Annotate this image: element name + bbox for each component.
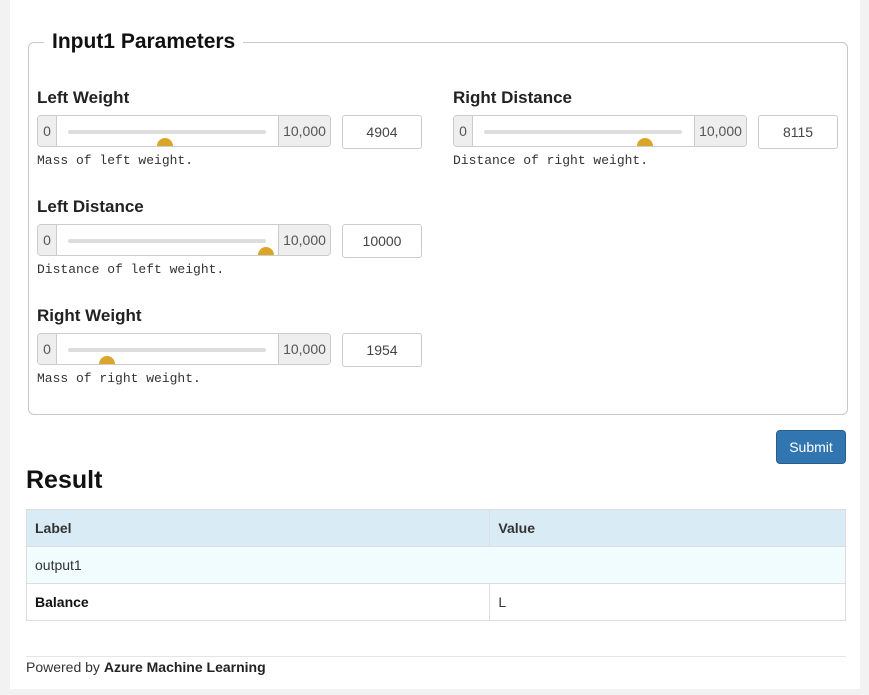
param-description: Mass of left weight.: [37, 153, 194, 168]
slider-thumb[interactable]: [258, 247, 274, 255]
param-description: Mass of right weight.: [37, 371, 201, 386]
param-left-weight: Left Weight 0 10,000 4904 Mass of left w…: [37, 87, 422, 168]
param-label: Right Distance: [453, 88, 573, 107]
slider-row: 0 10,000 10000: [37, 224, 422, 258]
result-table: Label Value output1 Balance L: [25, 509, 846, 621]
right-weight-input[interactable]: 1954: [342, 333, 422, 367]
footer-prefix: Powered by: [26, 659, 104, 675]
slider-max-label: 10,000: [278, 334, 330, 364]
right-distance-slider[interactable]: [473, 116, 694, 146]
column-header-value: Value: [489, 509, 846, 547]
param-label: Left Weight: [37, 88, 130, 107]
slider-row: 0 10,000 8115: [453, 115, 838, 149]
param-right-distance: Right Distance 0 10,000 8115 Distance of…: [453, 87, 838, 168]
slider-group: 0 10,000: [37, 224, 331, 256]
slider-max-label: 10,000: [278, 116, 330, 146]
row-label: Balance: [25, 583, 491, 621]
footer-divider: [26, 656, 846, 657]
slider-min-label: 0: [454, 116, 473, 146]
left-distance-input[interactable]: 10000: [342, 224, 422, 258]
group-label: output1: [26, 546, 846, 584]
slider-max-label: 10,000: [694, 116, 746, 146]
table-row: Balance L: [25, 583, 846, 621]
param-description: Distance of left weight.: [37, 262, 225, 277]
left-weight-input[interactable]: 4904: [342, 115, 422, 149]
table-header-row: Label Value: [25, 509, 846, 547]
right-distance-input[interactable]: 8115: [758, 115, 838, 149]
slider-track[interactable]: [68, 348, 266, 364]
table-group-row: output1: [26, 546, 846, 584]
result-title: Result: [26, 466, 103, 494]
slider-thumb[interactable]: [157, 138, 174, 146]
submit-button[interactable]: Submit: [776, 430, 846, 464]
footer: Powered by Azure Machine Learning: [26, 659, 266, 675]
slider-min-label: 0: [38, 225, 57, 255]
slider-group: 0 10,000: [37, 333, 331, 365]
left-weight-slider[interactable]: [57, 116, 278, 146]
right-weight-slider[interactable]: [57, 334, 278, 364]
param-label: Right Weight: [37, 306, 142, 325]
fieldset-legend: Input1 Parameters: [44, 30, 244, 54]
slider-min-label: 0: [38, 116, 57, 146]
footer-brand: Azure Machine Learning: [103, 659, 266, 675]
slider-row: 0 10,000 1954: [37, 333, 422, 367]
slider-max-label: 10,000: [278, 225, 330, 255]
page: Input1 Parameters Left Weight 0 10,000 4…: [10, 0, 860, 689]
slider-min-label: 0: [38, 334, 57, 364]
param-left-distance: Left Distance 0 10,000 10000 Distance of…: [37, 196, 422, 277]
slider-row: 0 10,000 4904: [37, 115, 422, 149]
param-right-weight: Right Weight 0 10,000 1954 Mass of right…: [37, 305, 422, 386]
slider-group: 0 10,000: [453, 115, 747, 147]
param-label: Left Distance: [37, 197, 144, 216]
slider-track[interactable]: [68, 239, 274, 255]
column-header-label: Label: [25, 509, 491, 547]
slider-group: 0 10,000: [37, 115, 331, 147]
param-description: Distance of right weight.: [453, 153, 649, 168]
slider-thumb[interactable]: [636, 138, 653, 146]
slider-track[interactable]: [484, 130, 682, 146]
slider-track[interactable]: [68, 130, 266, 146]
row-value: L: [489, 583, 846, 621]
slider-thumb[interactable]: [98, 356, 115, 364]
left-distance-slider[interactable]: [57, 225, 278, 255]
